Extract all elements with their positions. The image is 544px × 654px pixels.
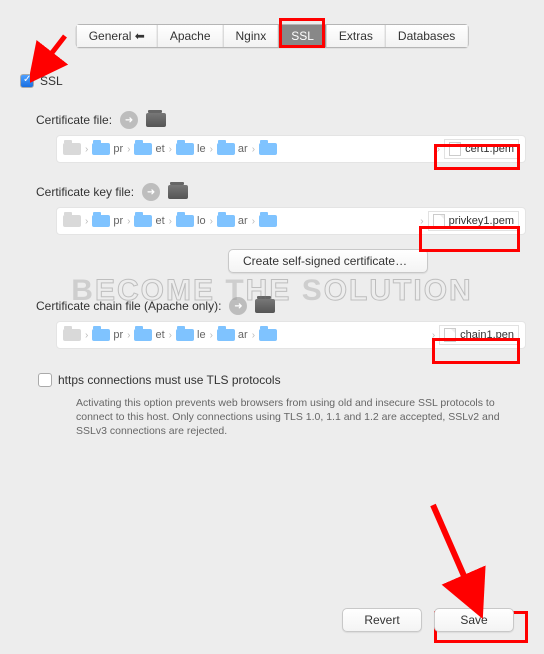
ssl-enable-label: SSL [40,74,63,88]
open-dialog-icon[interactable] [120,111,138,129]
tab-databases[interactable]: Databases [386,25,467,47]
tls-note: Activating this option prevents web brow… [76,396,506,439]
annotation-arrow-icon [423,500,493,620]
checkbox-icon [20,74,34,88]
ssl-enable-checkbox[interactable]: SSL [20,74,63,88]
open-dialog-icon[interactable] [229,297,247,315]
cert-file-label: Certificate file: [36,111,166,129]
folder-picker-icon[interactable] [146,113,166,127]
folder-picker-icon[interactable] [255,299,275,313]
annotation-box [432,338,520,364]
tab-apache[interactable]: Apache [158,25,224,47]
cert-key-label: Certificate key file: [36,183,188,201]
tab-extras[interactable]: Extras [327,25,386,47]
annotation-box [419,226,520,252]
tls-checkbox[interactable]: https connections must use TLS protocols [38,373,281,387]
cert-chain-label: Certificate chain file (Apache only): [36,297,275,315]
tab-bar: General ⬅ Apache Nginx SSL Extras Databa… [76,24,469,48]
open-dialog-icon[interactable] [142,183,160,201]
settings-window: General ⬅ Apache Nginx SSL Extras Databa… [0,0,544,654]
chevron-right-icon: › [85,144,88,155]
checkbox-icon [38,373,52,387]
folder-picker-icon[interactable] [168,185,188,199]
save-button[interactable]: Save [434,608,514,632]
annotation-box [434,144,520,170]
tab-nginx[interactable]: Nginx [224,25,280,47]
create-self-signed-button[interactable]: Create self-signed certificate… [228,249,428,273]
revert-button[interactable]: Revert [342,608,422,632]
tls-checkbox-label: https connections must use TLS protocols [58,373,281,387]
tab-ssl[interactable]: SSL [279,25,327,47]
tab-general[interactable]: General ⬅ [77,25,158,47]
